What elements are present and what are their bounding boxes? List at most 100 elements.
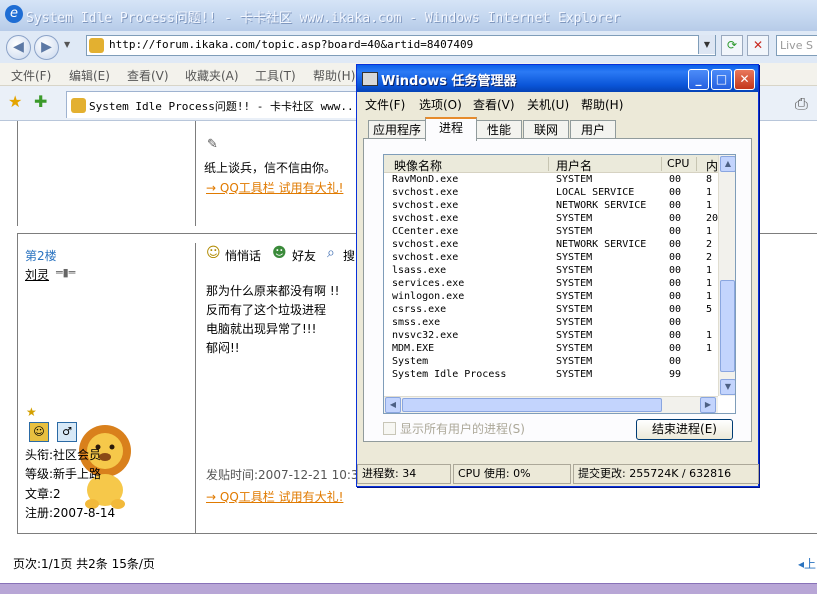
tab-applications[interactable]: 应用程序 — [368, 120, 426, 139]
tm-menu-options[interactable]: 选项(O) — [419, 96, 462, 113]
search-input[interactable]: Live S — [776, 35, 817, 56]
column-divider[interactable] — [661, 157, 662, 171]
process-row[interactable]: services.exe SYSTEM 00 1 — [384, 277, 719, 290]
whisper-link[interactable]: 悄悄话 — [225, 247, 261, 264]
menu-tools[interactable]: 工具(T) — [255, 67, 296, 84]
search-link[interactable]: 搜 — [343, 247, 355, 264]
friend-icon: ☻ — [272, 245, 287, 261]
tab-performance[interactable]: 性能 — [476, 120, 522, 139]
column-divider[interactable] — [548, 157, 549, 171]
column-image-name[interactable]: 映像名称 — [394, 157, 442, 174]
process-row[interactable]: winlogon.exe SYSTEM 00 1 — [384, 290, 719, 303]
process-row[interactable]: CCenter.exe SYSTEM 00 1 — [384, 225, 719, 238]
process-memory: 1 — [706, 265, 713, 276]
address-dropdown-icon[interactable]: ▼ — [698, 35, 715, 54]
tm-menu-view[interactable]: 查看(V) — [473, 96, 515, 113]
horizontal-scroll-thumb[interactable] — [402, 398, 662, 412]
horizontal-scrollbar[interactable]: ◀ ▶ — [384, 396, 718, 413]
maximize-icon[interactable]: □ — [711, 69, 732, 90]
process-user: SYSTEM — [556, 304, 593, 315]
scroll-down-icon[interactable]: ▼ — [720, 379, 735, 395]
tab-favicon-icon — [71, 98, 86, 113]
menu-edit[interactable]: 编辑(E) — [69, 67, 110, 84]
close-icon[interactable]: ✕ — [734, 69, 755, 90]
refresh-icon[interactable]: ⟳ — [721, 35, 743, 56]
task-manager-title-bar[interactable]: Windows 任务管理器 _ □ ✕ — [357, 65, 758, 92]
forward-arrow-icon[interactable]: ▶ — [34, 35, 59, 60]
site-favicon-icon — [89, 38, 104, 53]
post-body-line: 那为什么原来都没有啊 !! — [206, 284, 340, 298]
pencil-icon: ✎ — [207, 137, 218, 152]
tm-menu-help[interactable]: 帮助(H) — [581, 96, 623, 113]
menu-help[interactable]: 帮助(H) — [313, 67, 355, 84]
checkbox-box[interactable] — [383, 422, 396, 435]
vertical-scroll-thumb[interactable] — [720, 280, 735, 372]
process-cpu: 00 — [669, 226, 682, 237]
promo-link[interactable]: → QQ工具栏 试用有大礼! — [206, 179, 343, 196]
ie-address-toolbar: ◀ ▶ ▼ http://forum.ikaka.com/topic.asp?b… — [0, 31, 817, 64]
show-all-users-checkbox[interactable]: 显示所有用户的进程(S) — [383, 420, 525, 437]
post1-text: 纸上谈兵，信不信由你。 — [204, 161, 337, 175]
process-row[interactable]: svchost.exe NETWORK SERVICE 00 2 — [384, 238, 719, 251]
end-process-button[interactable]: 结束进程(E) — [636, 419, 733, 440]
column-cpu[interactable]: CPU — [667, 157, 689, 170]
scroll-up-icon[interactable]: ▲ — [720, 156, 735, 172]
process-cpu: 00 — [669, 213, 682, 224]
history-dropdown-icon[interactable]: ▼ — [64, 40, 70, 49]
process-row[interactable]: smss.exe SYSTEM 00 — [384, 316, 719, 329]
minimize-icon[interactable]: _ — [688, 69, 709, 90]
process-row[interactable]: nvsvc32.exe SYSTEM 00 1 — [384, 329, 719, 342]
rank-badge-icon: ☺ — [29, 422, 49, 442]
user-posts: 文章:2 — [25, 487, 61, 501]
stop-icon[interactable]: ✕ — [747, 35, 769, 56]
menu-file[interactable]: 文件(F) — [11, 67, 51, 84]
column-user-name[interactable]: 用户名 — [556, 157, 592, 174]
column-divider[interactable] — [696, 157, 697, 171]
username-link[interactable]: 刘灵 — [25, 266, 49, 283]
process-row[interactable]: csrss.exe SYSTEM 00 5 — [384, 303, 719, 316]
friend-link[interactable]: 好友 — [292, 247, 316, 264]
process-row[interactable]: MDM.EXE SYSTEM 00 1 — [384, 342, 719, 355]
address-url[interactable]: http://forum.ikaka.com/topic.asp?board=4… — [109, 38, 473, 51]
menu-view[interactable]: 查看(V) — [127, 67, 169, 84]
process-name: CCenter.exe — [392, 226, 459, 237]
back-arrow-icon[interactable]: ◀ — [6, 35, 31, 60]
tab-processes[interactable]: 进程 — [425, 117, 477, 141]
process-row[interactable]: lsass.exe SYSTEM 00 1 — [384, 264, 719, 277]
promo-link[interactable]: → QQ工具栏 试用有大礼! — [206, 488, 343, 505]
process-user: SYSTEM — [556, 213, 593, 224]
process-row[interactable]: System Idle Process SYSTEM 99 — [384, 368, 719, 381]
tab-networking[interactable]: 联网 — [523, 120, 569, 139]
process-row[interactable]: RavMonD.exe SYSTEM 00 8 — [384, 173, 719, 186]
scroll-left-icon[interactable]: ◀ — [385, 397, 401, 413]
tm-menu-shutdown[interactable]: 关机(U) — [527, 96, 569, 113]
scroll-right-icon[interactable]: ▶ — [700, 397, 716, 413]
process-row[interactable]: svchost.exe SYSTEM 00 2 — [384, 251, 719, 264]
tm-menu-file[interactable]: 文件(F) — [365, 96, 405, 113]
print-icon[interactable]: ⎙ — [795, 94, 808, 114]
process-row[interactable]: svchost.exe NETWORK SERVICE 00 1 — [384, 199, 719, 212]
process-cpu: 00 — [669, 174, 682, 185]
tab-users[interactable]: 用户 — [570, 120, 616, 139]
whisper-icon: ☺ — [206, 245, 221, 261]
process-cpu: 00 — [669, 239, 682, 250]
process-row[interactable]: svchost.exe LOCAL SERVICE 00 1 — [384, 186, 719, 199]
divider — [195, 243, 196, 533]
process-cpu: 00 — [669, 304, 682, 315]
column-memory[interactable]: 内 — [706, 157, 718, 174]
add-favorite-icon[interactable]: ✚ — [34, 92, 47, 111]
browser-tab[interactable]: System Idle Process问题!! - 卡卡社区 www.... — [66, 91, 367, 118]
process-row[interactable]: svchost.exe SYSTEM 00 20 — [384, 212, 719, 225]
process-cpu: 00 — [669, 265, 682, 276]
vertical-scrollbar[interactable]: ▲ ▼ — [718, 155, 735, 396]
process-memory: 1 — [706, 187, 713, 198]
menu-favorites[interactable]: 收藏夹(A) — [185, 67, 239, 84]
favorites-star-icon[interactable]: ★ — [8, 92, 22, 111]
process-list[interactable]: 映像名称 用户名 CPU 内 RavMonD.exe SYSTEM 00 8 svcho… — [383, 154, 736, 414]
page-prev-icon[interactable]: ◂上 — [798, 555, 816, 572]
process-memory: 1 — [706, 291, 713, 302]
address-field[interactable]: http://forum.ikaka.com/topic.asp?board=4… — [86, 35, 716, 56]
task-manager-menu: 文件(F) 选项(O) 查看(V) 关机(U) 帮助(H) — [357, 92, 758, 114]
process-name: nvsvc32.exe — [392, 330, 459, 341]
process-row[interactable]: System SYSTEM 00 — [384, 355, 719, 368]
